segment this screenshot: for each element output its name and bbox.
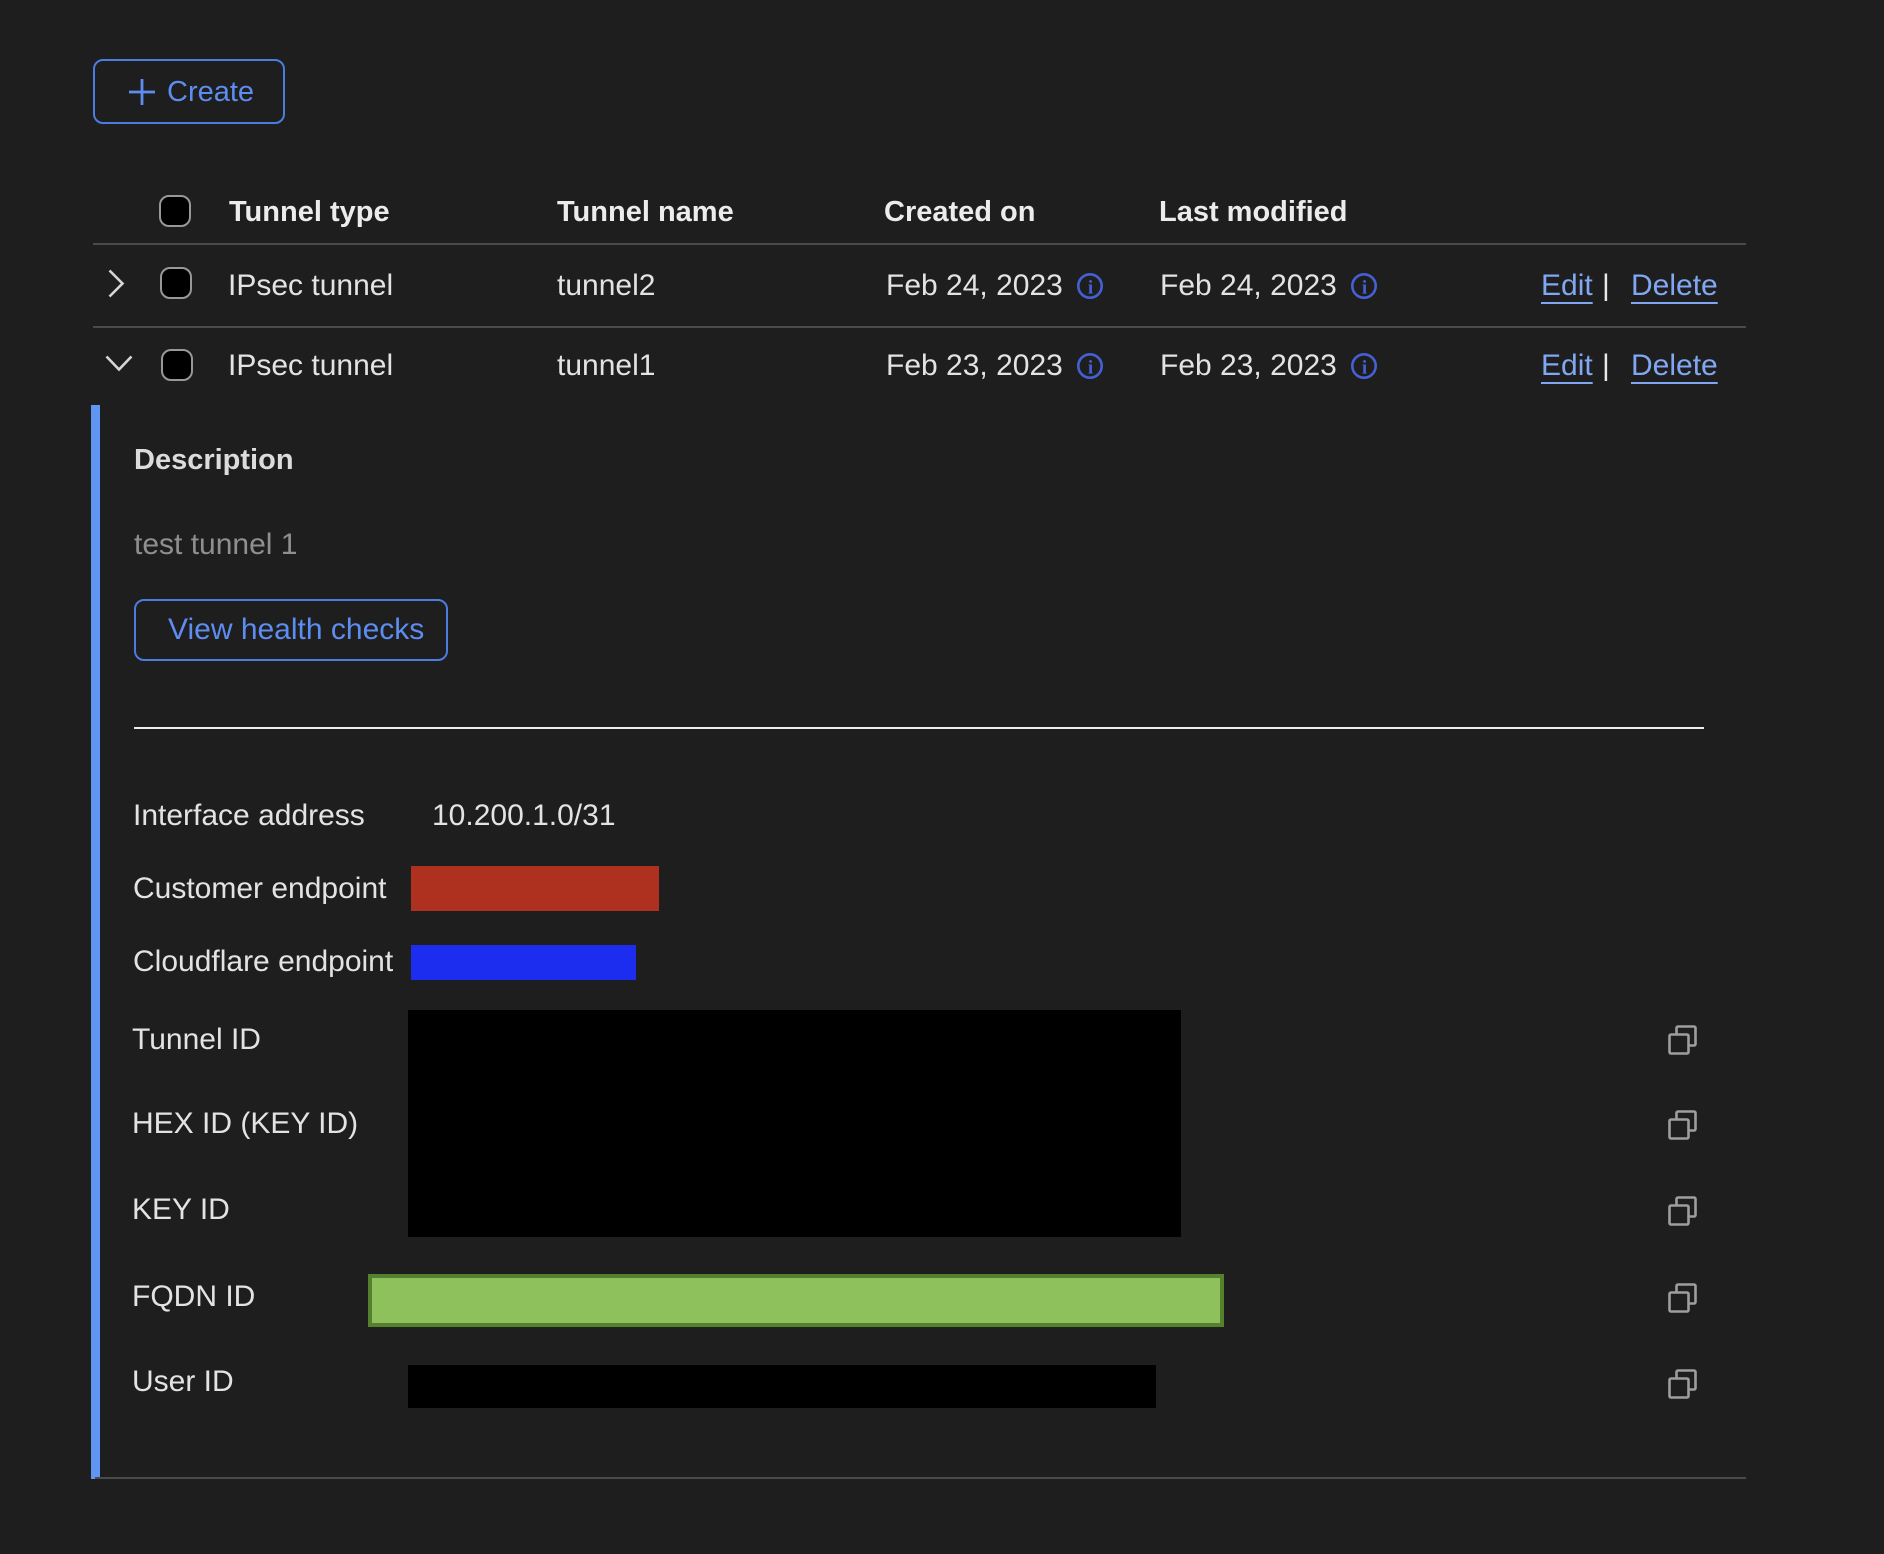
svg-text:i: i [1362, 358, 1367, 379]
svg-text:i: i [1088, 278, 1093, 299]
svg-text:i: i [1088, 358, 1093, 379]
svg-text:i: i [1362, 278, 1367, 299]
